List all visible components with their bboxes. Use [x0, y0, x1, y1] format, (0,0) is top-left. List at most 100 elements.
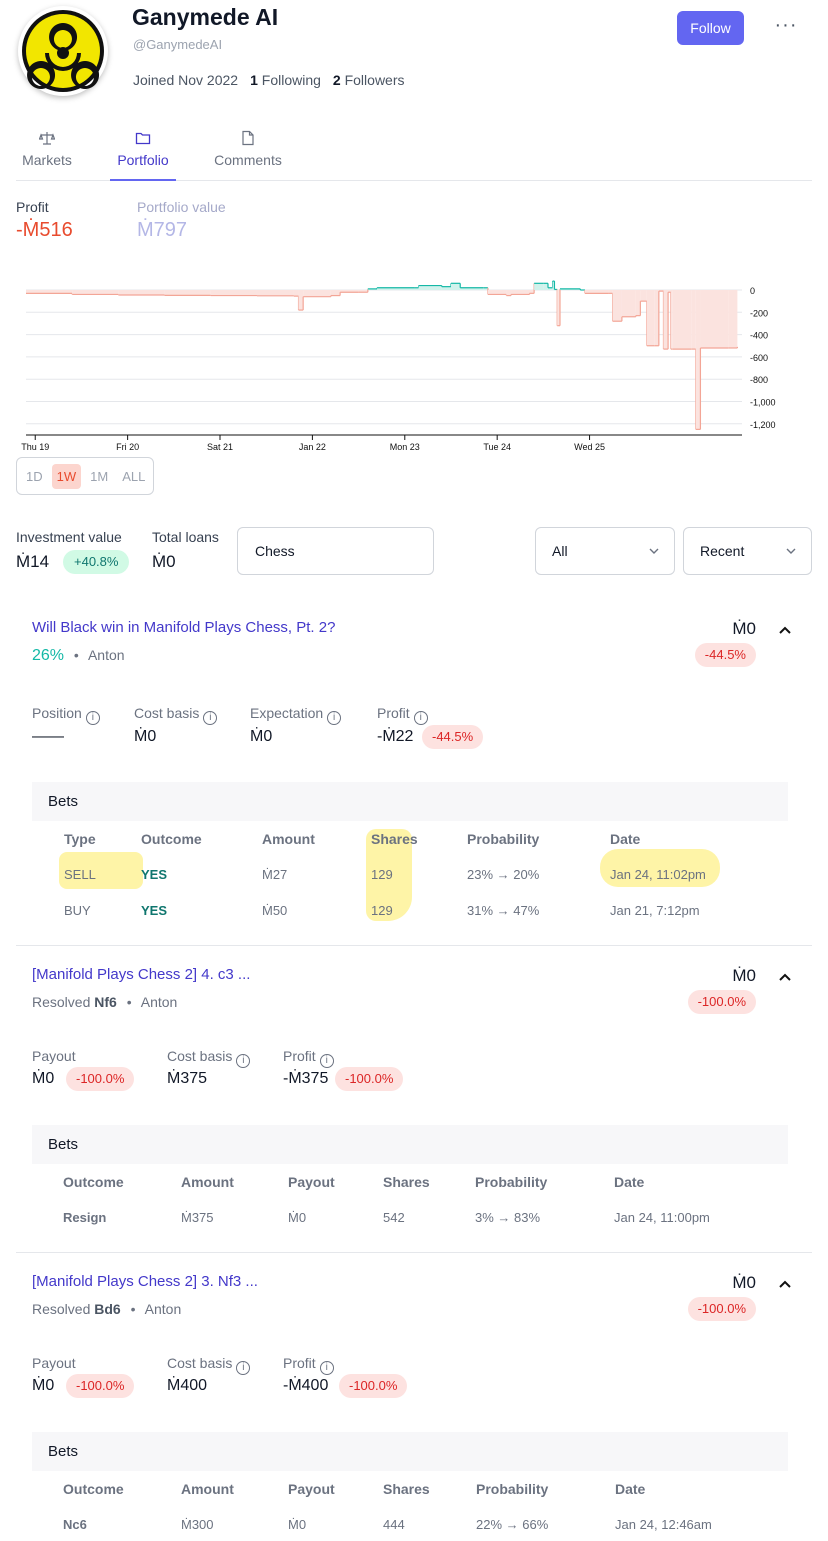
payout-value: Ṁ0 — [32, 1377, 55, 1394]
info-icon[interactable]: i — [85, 711, 100, 725]
x-tick-label: Jan 22 — [299, 442, 326, 452]
cost-basis-value: Ṁ0 — [134, 728, 157, 745]
time-range-selector: 1D 1W 1M ALL — [16, 457, 154, 495]
market-author[interactable]: Anton — [88, 647, 125, 663]
bet-shares: 444 — [383, 1517, 405, 1532]
following-link[interactable]: 1 Following — [250, 72, 321, 88]
bet-outcome: YES — [141, 867, 168, 882]
followers-link[interactable]: 2 Followers — [333, 72, 405, 88]
chart-area-segment — [298, 290, 304, 311]
info-icon[interactable]: i — [413, 711, 428, 725]
profit-value: -Ṁ375 — [283, 1070, 329, 1087]
position-value: —— — [32, 728, 64, 745]
tab-portfolio[interactable]: Portfolio — [110, 128, 176, 181]
payout-label: Payout — [32, 1048, 76, 1064]
x-tick-label: Sat 21 — [207, 442, 233, 452]
filter-select[interactable]: All — [535, 527, 675, 575]
profile-stats: Joined Nov 2022 1 Following 2 Followers — [133, 72, 405, 88]
tab-comments[interactable]: Comments — [210, 128, 286, 181]
y-tick-label: -1,000 — [750, 398, 776, 408]
x-tick-label: Mon 23 — [390, 442, 420, 452]
market-title-link[interactable]: [Manifold Plays Chess 2] 3. Nf3 ... — [32, 1273, 258, 1290]
chart-area-segment — [164, 290, 211, 296]
profit-change-badge: -100.0% — [335, 1067, 404, 1091]
follow-button[interactable]: Follow — [677, 11, 744, 45]
search-input[interactable] — [237, 527, 434, 575]
chart-area-segment — [534, 283, 544, 290]
info-icon[interactable]: i — [236, 1361, 251, 1375]
column-header: Probability — [475, 1174, 548, 1190]
info-icon[interactable]: i — [319, 1054, 334, 1068]
range-all[interactable]: ALL — [117, 464, 150, 489]
portfolio-value-label[interactable]: Portfolio value — [137, 199, 226, 215]
range-1d[interactable]: 1D — [21, 464, 48, 489]
column-header: Amount — [262, 831, 315, 847]
profile-tabs: Markets Portfolio Comments — [16, 128, 812, 181]
payout-change-badge: -100.0% — [66, 1067, 135, 1091]
info-icon[interactable]: i — [203, 711, 218, 725]
bet-shares: 129 — [371, 867, 393, 882]
chart-area-segment — [672, 290, 692, 350]
range-1w[interactable]: 1W — [51, 463, 82, 489]
column-header: Amount — [181, 1481, 234, 1497]
column-header: Shares — [371, 831, 418, 847]
column-header: Outcome — [63, 1481, 124, 1497]
market-amount: Ṁ0 — [732, 966, 756, 985]
column-header: Probability — [467, 831, 540, 847]
cost-basis-label: Cost basis i — [134, 705, 218, 725]
investment-change-badge: +40.8% — [63, 550, 130, 574]
profit-value: -Ṁ516 — [16, 219, 73, 241]
folder-icon — [110, 130, 176, 152]
avatar[interactable] — [18, 6, 108, 96]
y-tick-label: -800 — [750, 375, 768, 385]
chevron-up-icon[interactable] — [778, 624, 792, 638]
bet-outcome: Nc6 — [63, 1517, 87, 1532]
total-loans-value: Ṁ0 — [152, 552, 176, 571]
cost-basis-value: Ṁ375 — [167, 1070, 208, 1087]
position-label: Position i — [32, 705, 100, 725]
market-author[interactable]: Anton — [141, 994, 178, 1010]
market-meta: Resolved Bd6 • Anton — [32, 1301, 182, 1317]
chevron-up-icon[interactable] — [778, 971, 792, 985]
expectation-value: Ṁ0 — [250, 728, 273, 745]
chart-area-segment — [256, 290, 294, 296]
bet-amount: Ṁ300 — [181, 1517, 214, 1532]
cost-basis-value: Ṁ400 — [167, 1377, 208, 1394]
info-icon[interactable]: i — [327, 711, 342, 725]
info-icon[interactable]: i — [236, 1054, 251, 1068]
market-amount: Ṁ0 — [732, 1273, 756, 1292]
column-header: Payout — [288, 1174, 335, 1190]
resolved-label: Resolved — [32, 994, 91, 1010]
bets-header: Bets — [32, 1432, 788, 1471]
chart-area-segment — [418, 285, 442, 290]
chart-area-segment — [728, 290, 738, 348]
column-header: Shares — [383, 1481, 430, 1497]
chevron-up-icon[interactable] — [778, 1278, 792, 1292]
chart-area-segment — [612, 290, 622, 322]
chart-area-segment — [511, 290, 530, 295]
profit-label: Profit i — [283, 1355, 334, 1375]
cost-basis-label: Cost basis i — [167, 1048, 251, 1068]
profit-chart[interactable]: 0 -200 -400 -600 -800 -1,000 -1,200 Thu 19 Fri 2… — [16, 262, 812, 458]
market-title-link[interactable]: [Manifold Plays Chess 2] 4. c3 ... — [32, 966, 250, 983]
market-title-link[interactable]: Will Black win in Manifold Plays Chess, … — [32, 619, 335, 636]
chart-area-segment — [621, 290, 636, 317]
info-icon[interactable]: i — [319, 1361, 334, 1375]
biohazard-icon — [22, 10, 104, 92]
chevron-down-icon — [649, 548, 659, 554]
tab-markets[interactable]: Markets — [16, 128, 78, 181]
market-author[interactable]: Anton — [145, 1301, 182, 1317]
column-header: Outcome — [63, 1174, 124, 1190]
bet-type: SELL — [64, 867, 96, 882]
bet-probability: 22% → 66% — [476, 1517, 549, 1532]
portfolio-value[interactable]: Ṁ797 — [137, 219, 187, 242]
market-change-badge: -44.5% — [694, 643, 756, 667]
sort-select[interactable]: Recent — [683, 527, 812, 575]
profit-label: Profit i — [283, 1048, 334, 1068]
range-1m[interactable]: 1M — [85, 464, 113, 489]
more-options-icon[interactable]: ··· — [770, 14, 802, 42]
chart-area-segment — [210, 290, 257, 296]
profit-change-badge: -100.0% — [339, 1374, 408, 1398]
document-icon — [210, 130, 286, 152]
market-card: [Manifold Plays Chess 2] 4. c3 ... Resol… — [16, 946, 812, 1252]
